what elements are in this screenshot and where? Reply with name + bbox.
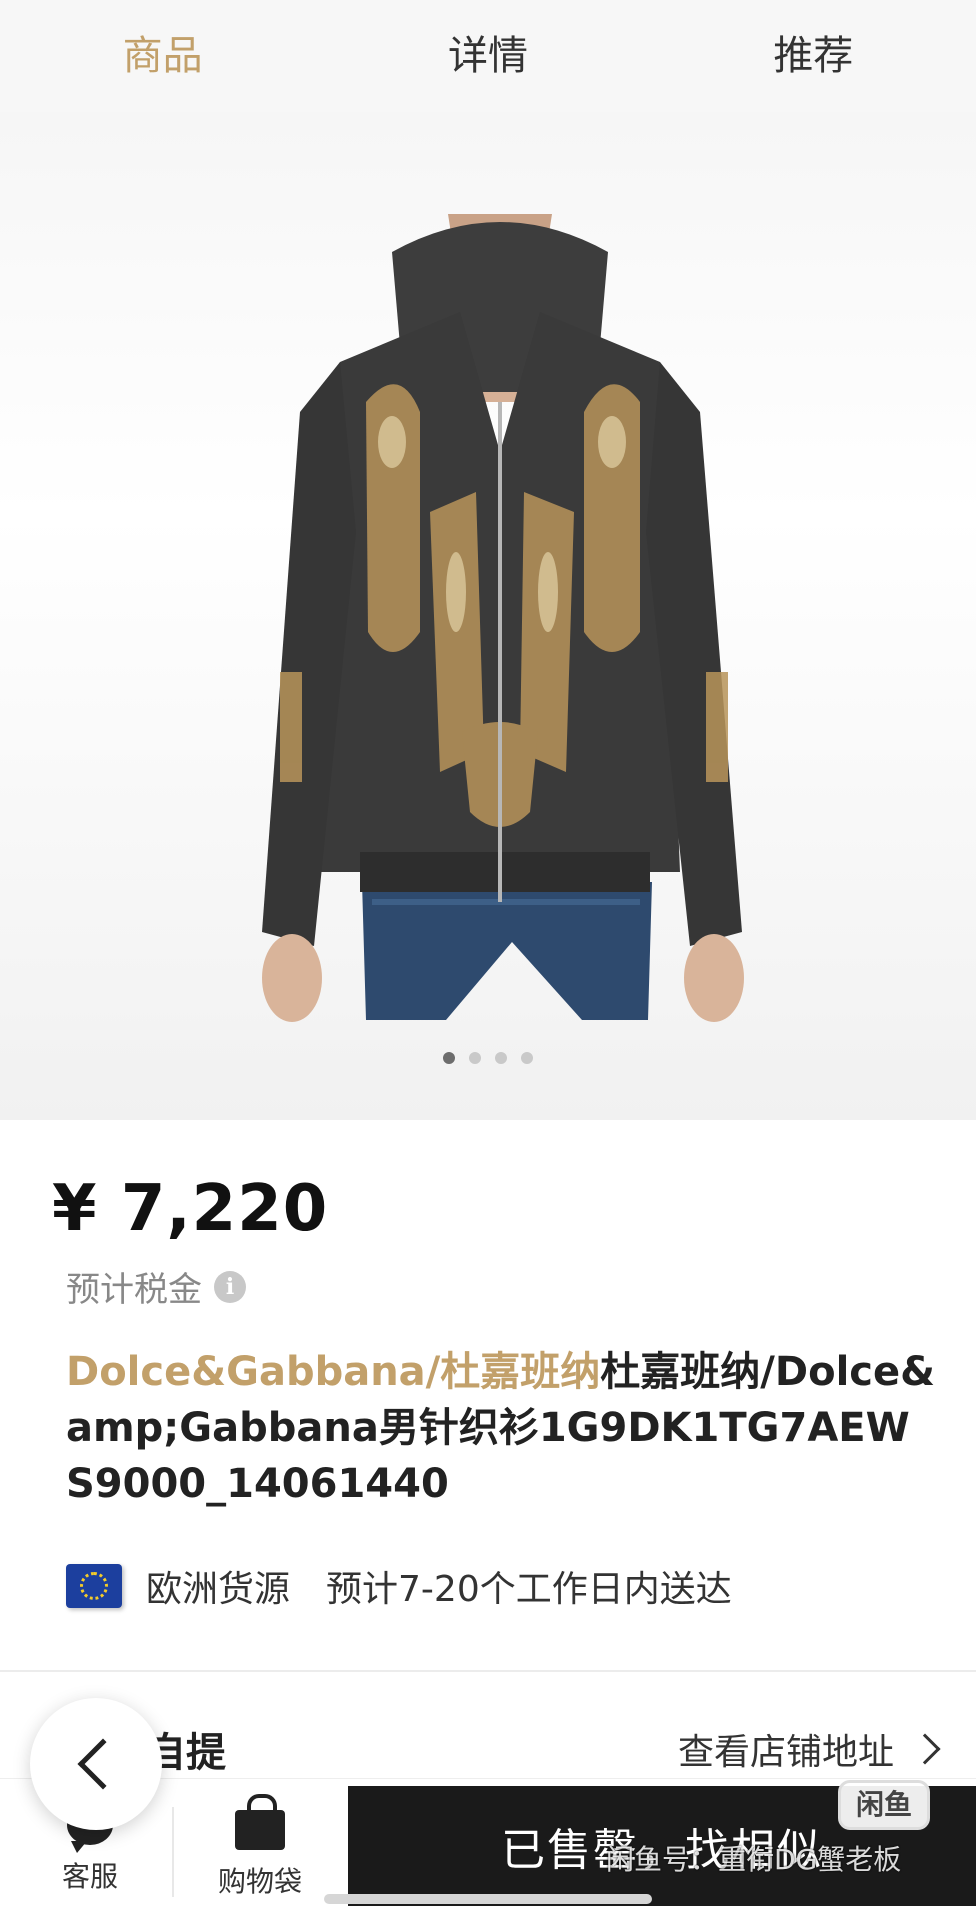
watermark-logo: 闲鱼 bbox=[838, 1780, 930, 1830]
pagination-dot[interactable] bbox=[521, 1052, 533, 1064]
product-image-gallery[interactable] bbox=[0, 112, 976, 1120]
pagination-dot[interactable] bbox=[443, 1052, 455, 1064]
view-store-address-link[interactable]: 查看店铺地址 bbox=[678, 1723, 946, 1775]
divider bbox=[172, 1807, 174, 1897]
eu-flag-icon bbox=[66, 1564, 122, 1608]
info-icon[interactable]: i bbox=[214, 1270, 246, 1303]
ship-origin: 欧洲货源 bbox=[146, 1569, 291, 1610]
gallery-pagination bbox=[0, 1052, 976, 1064]
tax-label: 预计税金 bbox=[66, 1270, 202, 1310]
shopping-bag-label: 购物袋 bbox=[217, 1865, 302, 1898]
chevron-left-icon bbox=[77, 1738, 129, 1790]
product-title: Dolce&Gabbana/杜嘉班纳杜嘉班纳/Dolce&amp;Gabbana… bbox=[66, 1344, 936, 1512]
tab-details[interactable]: 详情 bbox=[325, 0, 650, 112]
view-store-address-label: 查看店铺地址 bbox=[677, 1732, 894, 1773]
back-button[interactable] bbox=[30, 1698, 162, 1830]
product-page: 商品 详情 推荐 ¥ 7,220 预计税金 i Dolce&Gabbana/杜嘉… bbox=[0, 0, 976, 1920]
home-indicator[interactable] bbox=[324, 1894, 652, 1904]
shopping-bag-button[interactable]: 购物袋 bbox=[200, 1779, 320, 1920]
pagination-dot[interactable] bbox=[495, 1052, 507, 1064]
product-photo bbox=[262, 214, 744, 1022]
tax-row[interactable]: 预计税金 i bbox=[66, 1262, 246, 1311]
chevron-right-icon bbox=[909, 1733, 941, 1765]
tab-product[interactable]: 商品 bbox=[0, 0, 325, 112]
shopping-bag-icon bbox=[235, 1794, 285, 1850]
delivery-estimate: 预计7-20个工作日内送达 bbox=[326, 1569, 732, 1610]
product-price: ¥ 7,220 bbox=[52, 1172, 329, 1246]
watermark-text: 闲鱼号：重衔DG蟹老板 bbox=[606, 1843, 902, 1876]
store-pickup-row[interactable]: 到店自提 查看店铺地址 bbox=[66, 1720, 946, 1778]
top-tab-bar: 商品 详情 推荐 bbox=[0, 0, 976, 112]
pagination-dot[interactable] bbox=[469, 1052, 481, 1064]
shipping-info: 欧洲货源 预计7-20个工作日内送达 bbox=[66, 1560, 732, 1612]
tab-recommend[interactable]: 推荐 bbox=[651, 0, 976, 112]
brand-link[interactable]: Dolce&Gabbana/杜嘉班纳 bbox=[66, 1349, 600, 1395]
customer-service-label: 客服 bbox=[61, 1860, 118, 1893]
divider bbox=[0, 1670, 976, 1672]
